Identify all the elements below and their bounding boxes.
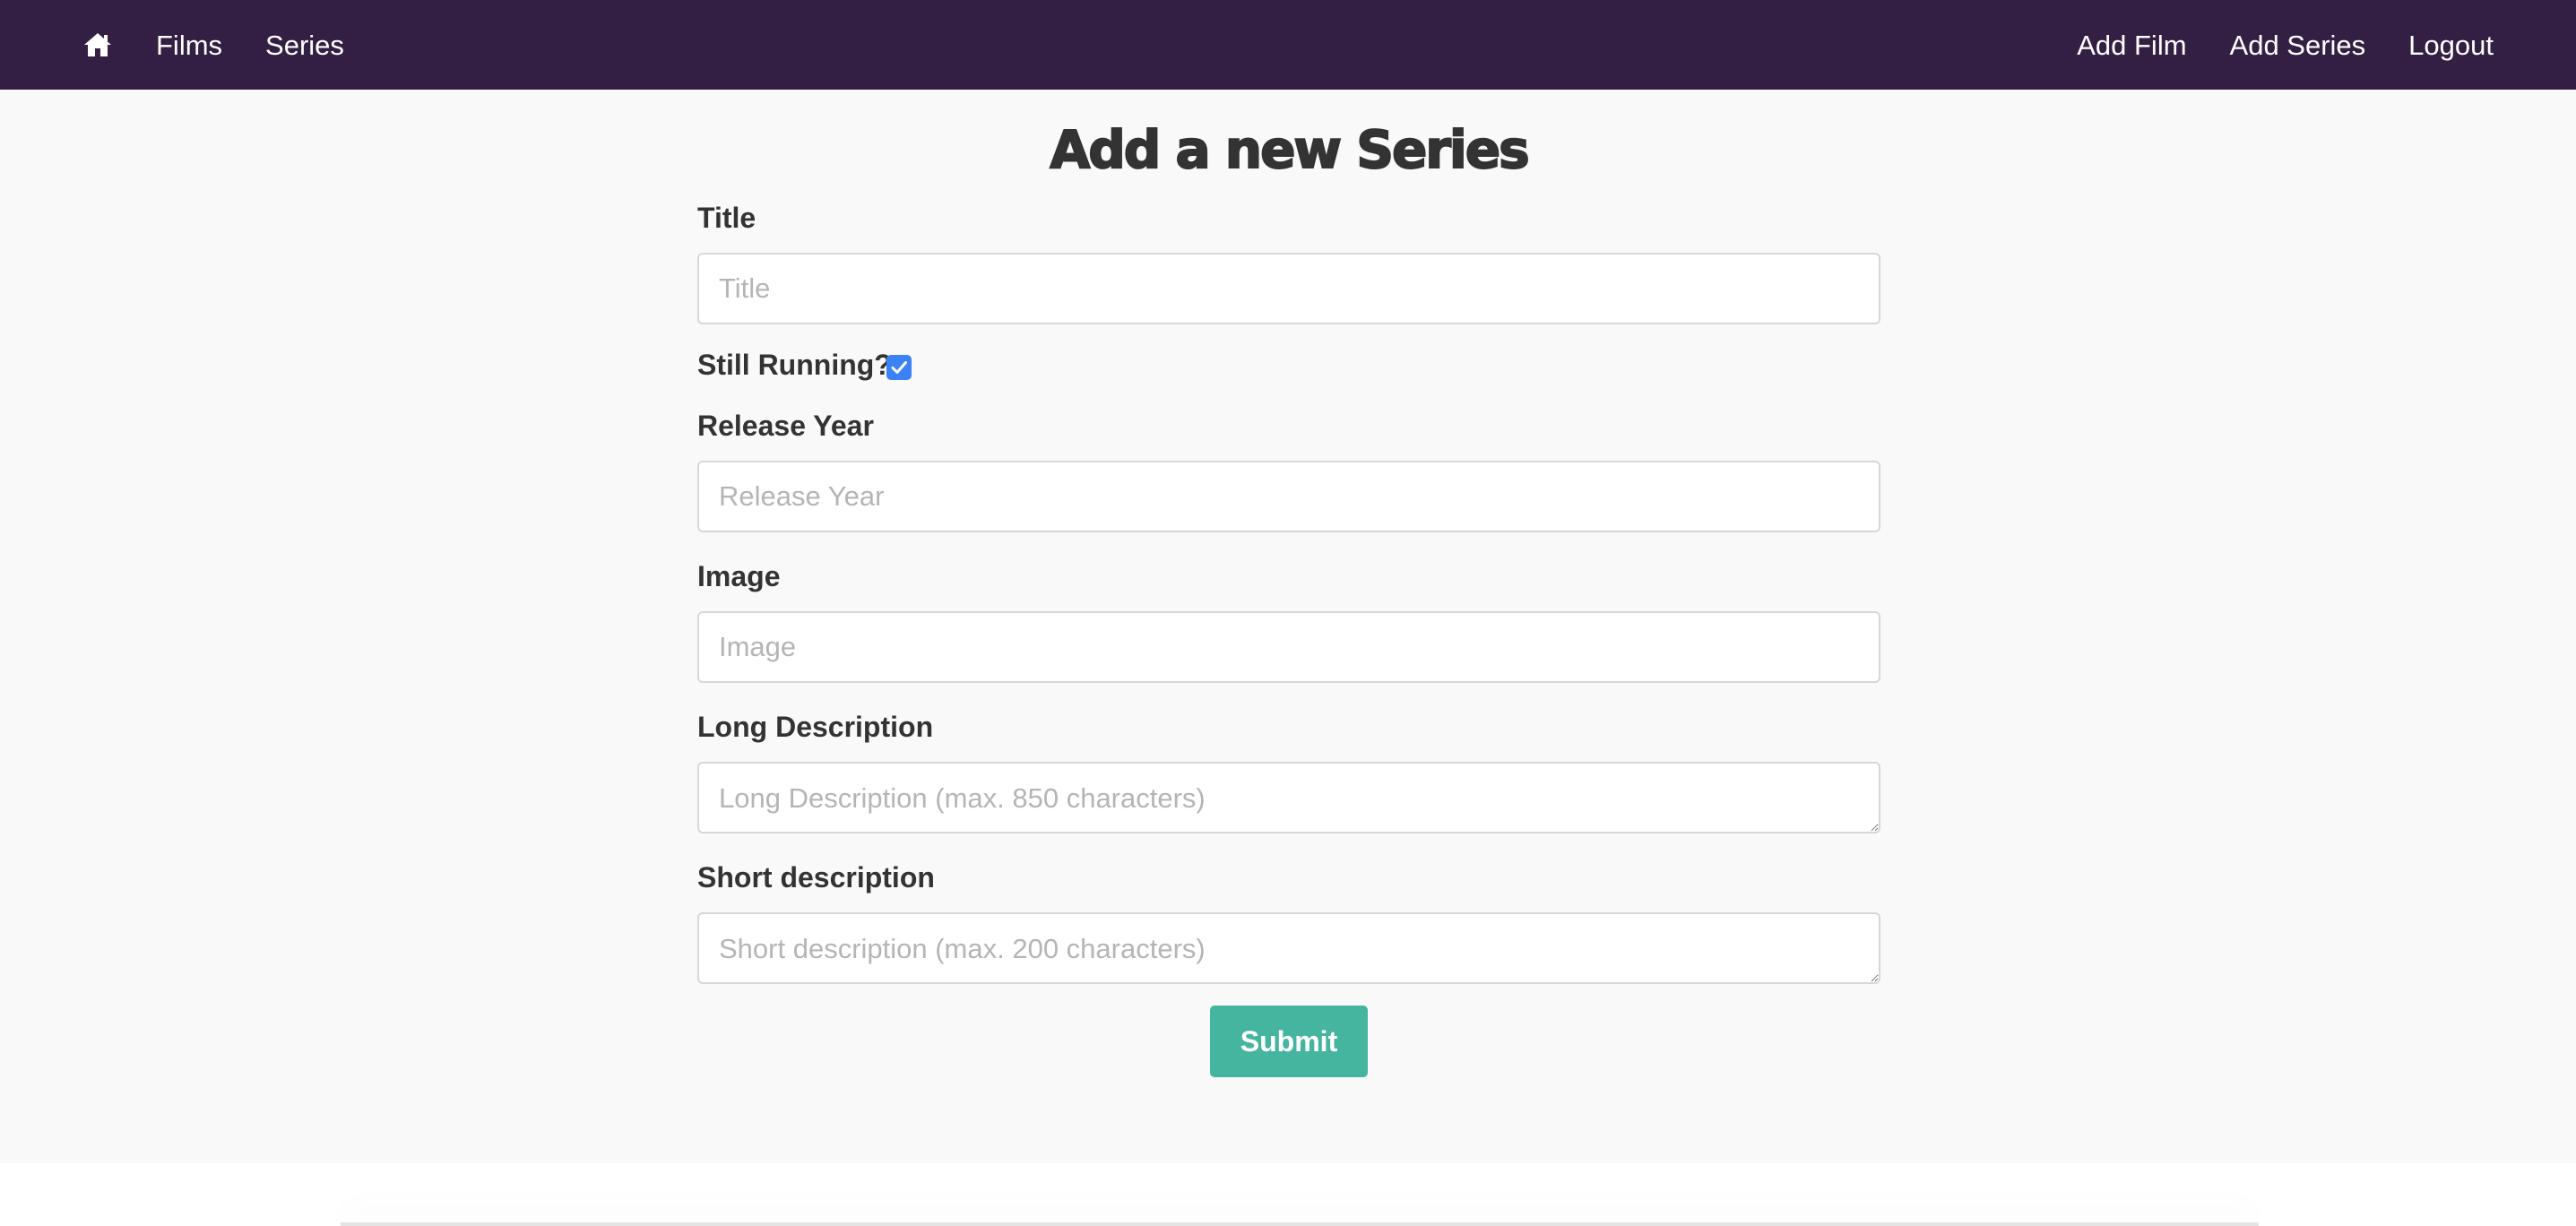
short-description-textarea[interactable]: [697, 912, 1880, 984]
release-year-input[interactable]: [697, 461, 1880, 532]
image-input[interactable]: [697, 611, 1880, 683]
release-year-label: Release Year: [697, 410, 874, 442]
nav-left: Films Series: [82, 31, 387, 59]
footer: [0, 1163, 2576, 1226]
nav-right: Add Film Add Series Logout: [2034, 31, 2494, 59]
nav-add-series-link[interactable]: Add Series: [2230, 31, 2366, 59]
still-running-checkbox[interactable]: [886, 355, 912, 380]
footer-divider: [341, 1222, 2259, 1226]
short-description-label: Short description: [697, 861, 935, 894]
home-icon[interactable]: [82, 31, 113, 58]
nav-add-film-link[interactable]: Add Film: [2077, 31, 2186, 59]
image-label: Image: [697, 560, 781, 592]
nav-series-link[interactable]: Series: [265, 31, 344, 59]
title-label: Title: [697, 202, 756, 234]
nav-logout-link[interactable]: Logout: [2408, 31, 2494, 59]
long-description-label: Long Description: [697, 711, 934, 743]
title-input[interactable]: [697, 253, 1880, 324]
submit-button[interactable]: Submit: [1210, 1006, 1368, 1077]
top-navbar: Films Series Add Film Add Series Logout: [0, 0, 2576, 90]
long-description-textarea[interactable]: [697, 762, 1880, 833]
still-running-label: Still Running?: [697, 349, 892, 381]
nav-films-link[interactable]: Films: [156, 31, 222, 59]
main-content: Add a new Series Title Still Running? Re…: [0, 90, 2576, 1163]
page-title: Add a new Series: [1049, 119, 1530, 180]
